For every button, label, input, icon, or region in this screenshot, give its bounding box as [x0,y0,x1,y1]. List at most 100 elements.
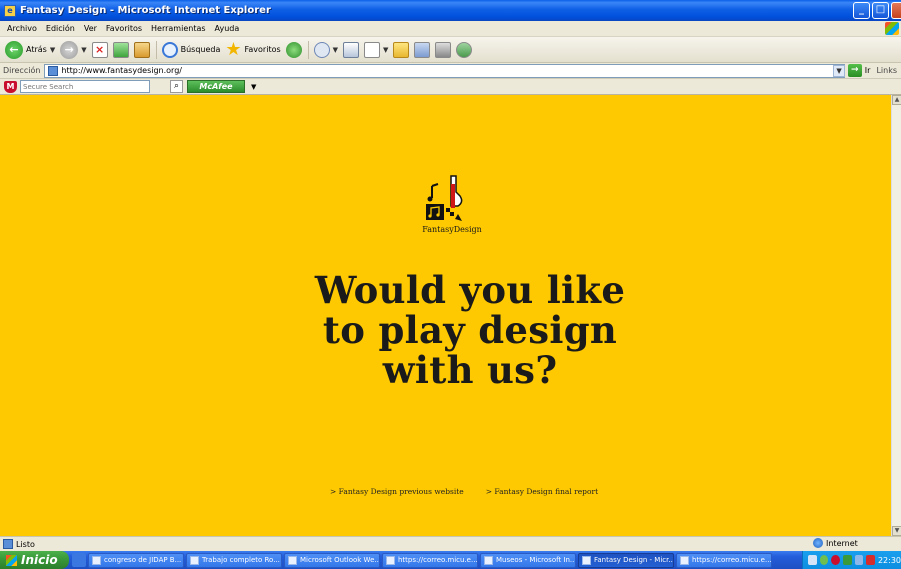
toolbar-separator [155,40,157,59]
status-text: Listo [16,539,35,549]
address-input[interactable]: http://www.fantasydesign.org/ [44,63,846,78]
ie-icon [288,555,297,565]
maximize-button[interactable]: □ [872,2,889,19]
home-button[interactable] [133,41,150,58]
forward-button[interactable]: → ▼ [60,40,87,59]
printer-icon [343,41,360,58]
minimize-button[interactable]: _ [853,2,870,19]
menu-ver[interactable]: Ver [84,24,97,33]
messenger-icon [414,41,431,58]
system-tray: 22:30 [802,551,901,569]
home-icon [133,41,150,58]
close-button[interactable] [891,2,901,19]
page-links: > Fantasy Design previous website > Fant… [330,487,630,496]
back-arrow-icon: ← [5,40,23,59]
messenger-tray-icon[interactable] [866,555,875,565]
vertical-scrollbar[interactable]: ▲ ▼ [891,95,901,536]
headline-line-2: to play design [322,308,618,352]
ie-icon [484,555,493,565]
links-button[interactable]: Links [876,66,897,75]
go-arrow-icon: → [847,64,862,77]
toolbar-separator [307,40,309,59]
document-icon [364,41,381,58]
search-button[interactable]: Búsqueda [161,41,220,58]
chevron-down-icon[interactable]: ▼ [81,46,86,54]
stop-icon: × [91,41,108,58]
chevron-down-icon[interactable]: ▼ [251,83,256,91]
zone-label: Internet [826,538,858,548]
mail-button[interactable]: ▼ [313,41,338,58]
back-button[interactable]: ← Atrás ▼ [5,40,55,59]
headline: Would you like to play design with us? [200,270,740,390]
globe-icon [813,538,823,548]
taskbar-item[interactable]: Museos - Microsoft In... [480,552,576,568]
taskbar-item-active[interactable]: Fantasy Design - Micr... [578,552,674,568]
search-toolbar: M ⌕ McAfee ▼ [0,79,901,95]
refresh-button[interactable] [112,41,129,58]
users-button[interactable] [456,41,473,58]
toolbar: ← Atrás ▼ → ▼ × Búsqueda ★ Favoritos ▼ ▼ [0,37,901,63]
ie-icon [386,555,395,565]
keyboard-icon[interactable] [808,555,817,565]
chevron-down-icon[interactable]: ▼ [333,46,338,54]
mail-icon [313,41,330,58]
headline-line-1: Would you like [314,268,626,312]
previous-website-link[interactable]: > Fantasy Design previous website [330,487,464,496]
address-label: Dirección [3,66,41,75]
taskbar-item[interactable]: https://correo.micu.e... [382,552,478,568]
window-title: Fantasy Design - Microsoft Internet Expl… [20,5,271,16]
menu-favoritos[interactable]: Favoritos [106,24,142,33]
taskbar-item[interactable]: https://correo.micu.e... [676,552,772,568]
network-icon[interactable] [819,555,829,565]
security-tray-icon[interactable] [842,555,852,565]
window-controls: _ □ [853,2,901,19]
research-button[interactable] [435,41,452,58]
mcafee-shield-icon[interactable]: M [4,80,17,93]
ie-icon [680,555,689,565]
menu-edicion[interactable]: Edición [46,24,75,33]
page-content: FantasyDesign Would you like to play des… [0,95,891,536]
menu-ayuda[interactable]: Ayuda [215,24,240,33]
users-icon [456,41,473,58]
start-button[interactable]: Inicio [0,551,69,569]
security-zone: Internet [813,538,858,548]
scroll-down-button[interactable]: ▼ [892,526,901,536]
favorites-button[interactable]: ★ Favoritos [225,38,280,60]
messenger-button[interactable] [414,41,431,58]
books-icon [435,41,452,58]
chevron-down-icon[interactable]: ▼ [383,46,388,54]
address-url: http://www.fantasydesign.org/ [61,66,182,75]
fantasy-design-logo [426,175,463,221]
search-icon[interactable]: ⌕ [170,80,183,93]
clock: 22:30 [877,555,901,565]
go-button[interactable]: → Ir [847,64,870,77]
chevron-down-icon[interactable]: ▼ [50,46,55,54]
refresh-icon [112,41,129,58]
magnifier-icon [161,41,178,58]
headline-line-3: with us? [382,348,558,392]
stop-button[interactable]: × [91,41,108,58]
taskbar-item[interactable]: congreso de JIDAP B... [88,552,184,568]
menu-archivo[interactable]: Archivo [7,24,37,33]
mcafee-tray-icon[interactable] [831,555,840,565]
quick-launch-icon[interactable] [72,553,86,567]
mcafee-button[interactable]: McAfee [187,80,245,93]
star-icon: ★ [225,38,242,60]
address-dropdown[interactable]: ▼ [833,64,845,77]
folder-button[interactable] [393,41,410,58]
secure-search-input[interactable] [20,80,150,93]
taskbar-item[interactable]: Microsoft Outlook We... [284,552,380,568]
history-button[interactable] [285,41,302,58]
edit-button[interactable]: ▼ [364,41,388,58]
forward-arrow-icon: → [60,40,79,59]
taskbar-item[interactable]: Trabajo completo Ro... [186,552,282,568]
folder-icon [393,41,410,58]
print-button[interactable] [343,41,360,58]
status-bar: Listo Internet [0,536,901,551]
monitor-icon[interactable] [854,555,864,565]
address-bar: Dirección http://www.fantasydesign.org/ … [0,63,901,79]
scroll-up-button[interactable]: ▲ [892,95,901,105]
final-report-link[interactable]: > Fantasy Design final report [486,487,598,496]
menu-herramientas[interactable]: Herramientas [151,24,206,33]
history-icon [285,41,302,58]
